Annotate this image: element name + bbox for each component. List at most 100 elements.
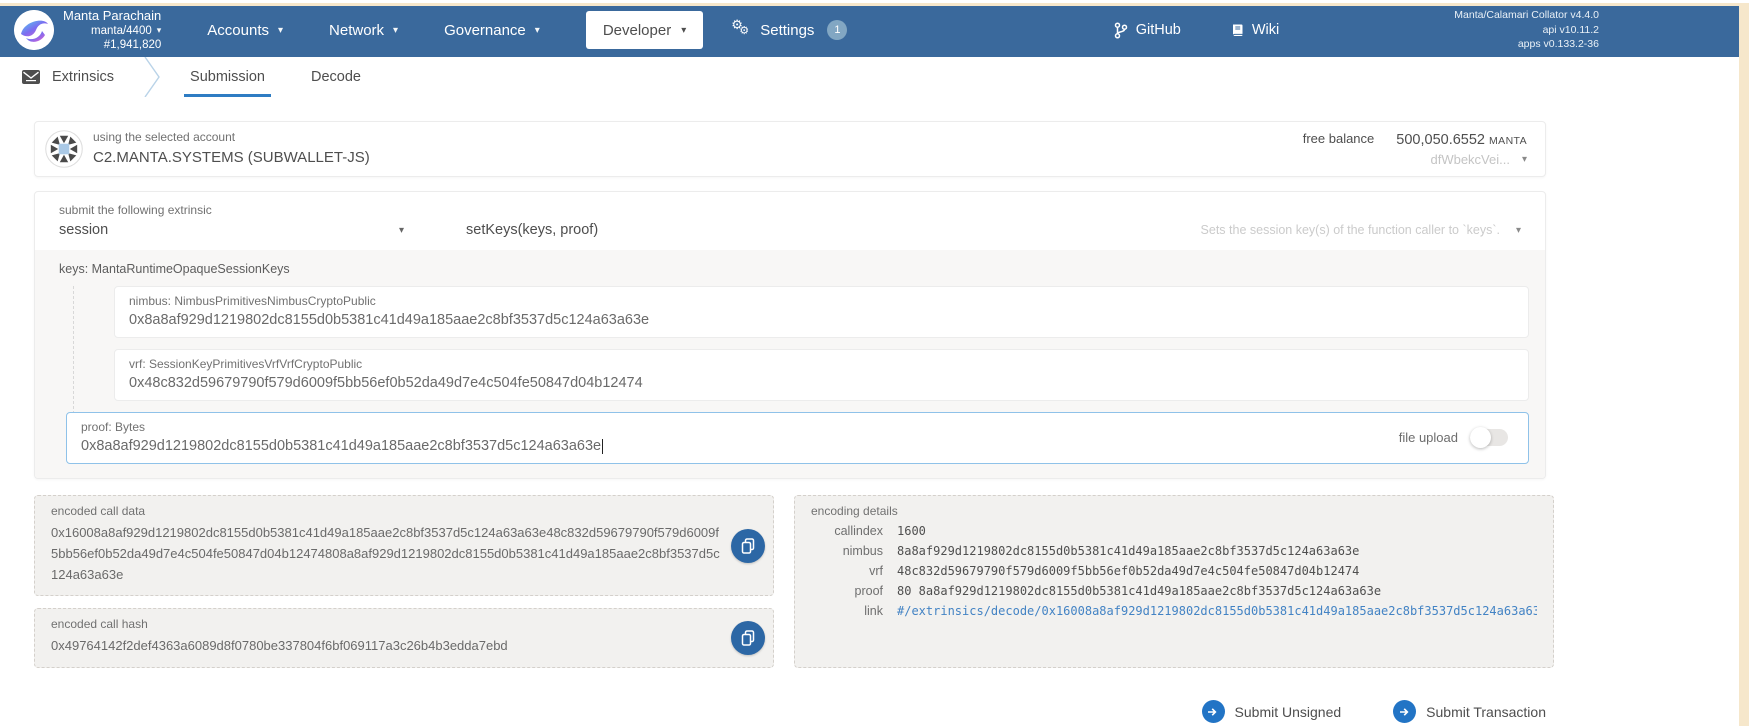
- account-name: C2.MANTA.SYSTEMS (SUBWALLET-JS): [93, 149, 370, 167]
- free-balance-unit: MANTA: [1489, 135, 1527, 148]
- vrf-value-input[interactable]: 0x48c832d59679790f579d6009f5bb56ef0b52da…: [129, 375, 1514, 391]
- account-label: using the selected account: [93, 130, 236, 145]
- encoding-detail-row: vrf 48c832d59679790f579d6009f5bb56ef0b52…: [811, 564, 1537, 578]
- encoding-detail-row: callindex 1600: [811, 524, 1537, 538]
- method-select[interactable]: setKeys(keys, proof): [466, 222, 598, 238]
- encoding-details-box: encoding details callindex 1600 nimbus 8…: [794, 495, 1554, 669]
- method-hint[interactable]: Sets the session key(s) of the function …: [1201, 223, 1521, 237]
- tab-decode[interactable]: Decode: [311, 57, 361, 97]
- chain-block-number: #1,941,820: [103, 39, 162, 52]
- encoded-call-data-box: encoded call data 0x16008a8af929d1219802…: [34, 495, 774, 597]
- keys-section: keys: MantaRuntimeOpaqueSessionKeys nimb…: [35, 250, 1545, 478]
- proof-value-input[interactable]: 0x8a8af929d1219802dc8155d0b5381c41d49a18…: [81, 438, 1399, 454]
- nav-accounts[interactable]: Accounts ▾: [207, 22, 283, 39]
- toggle-knob: [1470, 426, 1491, 448]
- manta-logo[interactable]: [14, 10, 54, 50]
- text-cursor: [602, 439, 604, 454]
- chevron-down-icon: ▾: [277, 24, 284, 36]
- browser-top-strip: [0, 3, 1749, 6]
- encoded-call-data-label: encoded call data: [51, 504, 146, 518]
- detail-value: 8a8af929d1219802dc8155d0b5381c41d49a185a…: [897, 544, 1360, 558]
- encoded-call-data-value: 0x16008a8af929d1219802dc8155d0b5381c41d4…: [51, 525, 720, 582]
- chevron-down-icon: ▾: [534, 24, 540, 36]
- encoded-call-hash-box: encoded call hash 0x49764142f2def4363a60…: [34, 608, 774, 669]
- api-version: api v10.11.2: [1542, 23, 1599, 36]
- copy-icon: [741, 630, 755, 647]
- vrf-label: vrf: SessionKeyPrimitivesVrfVrfCryptoPub…: [129, 357, 363, 371]
- keys-type-label: keys: MantaRuntimeOpaqueSessionKeys: [59, 262, 290, 276]
- app-header: Manta Parachain manta/4400 ▾ #1,941,820 …: [0, 3, 1749, 57]
- encoding-detail-row: proof 80 8a8af929d1219802dc8155d0b5381c4…: [811, 584, 1537, 598]
- chevron-down-icon: ▾: [1521, 154, 1527, 166]
- nav-developer[interactable]: Developer ▾: [585, 11, 704, 49]
- tab-bar: Extrinsics Submission Decode: [0, 57, 1749, 97]
- settings-badge: 1: [827, 20, 848, 40]
- detail-key: proof: [854, 584, 884, 598]
- extrinsic-label: submit the following extrinsic: [59, 203, 212, 217]
- chain-name: Manta Parachain: [63, 7, 162, 23]
- pallet-selected-value: session: [59, 222, 109, 238]
- nav-network[interactable]: Network ▾: [329, 22, 398, 39]
- encoding-details-rows: callindex 1600 nimbus 8a8af929d1219802dc…: [811, 524, 1537, 618]
- proof-param-box[interactable]: proof: Bytes 0x8a8af929d1219802dc8155d0b…: [66, 412, 1529, 464]
- sign-in-icon: [1393, 700, 1417, 724]
- copy-icon: [741, 537, 755, 554]
- gear-icon: ⚙ ⚙: [731, 18, 750, 37]
- nimbus-label: nimbus: NimbusPrimitivesNimbusCryptoPubl…: [129, 294, 376, 308]
- sign-in-icon: [1201, 700, 1225, 724]
- encoding-detail-row: link #/extrinsics/decode/0x16008a8af929d…: [811, 604, 1537, 618]
- detail-value: 48c832d59679790f579d6009f5bb56ef0b52da49…: [897, 564, 1360, 578]
- extrinsic-card: submit the following extrinsic session ▾…: [34, 191, 1546, 479]
- method-selected-value: setKeys(keys, proof): [466, 222, 599, 238]
- detail-key: vrf: [869, 564, 883, 578]
- chevron-down-icon: ▾: [1515, 224, 1521, 236]
- chevron-down-icon: ▾: [156, 25, 162, 36]
- git-branch-icon: [1114, 21, 1127, 39]
- detail-key: nimbus: [842, 544, 883, 558]
- pallet-select[interactable]: session ▾: [59, 222, 404, 238]
- submit-unsigned-button[interactable]: Submit Unsigned: [1201, 700, 1341, 724]
- book-icon: [1232, 24, 1243, 36]
- apps-version: apps v0.133.2-36: [1517, 38, 1599, 51]
- decode-link[interactable]: #/extrinsics/decode/0x16008a8af929d12198…: [897, 604, 1537, 618]
- envelope-icon: [22, 70, 40, 84]
- detail-value: 1600: [897, 524, 926, 538]
- scrollbar-track[interactable]: [1739, 3, 1749, 726]
- file-upload-label: file upload: [1398, 429, 1458, 445]
- account-identicon[interactable]: [45, 130, 83, 168]
- free-balance-value: 500,050.6552: [1396, 132, 1485, 149]
- chevron-down-icon: ▾: [393, 24, 399, 36]
- section-extrinsics: Extrinsics: [22, 69, 114, 85]
- encoded-call-hash-value: 0x49764142f2def4363a6089d8f0780be337804f…: [51, 638, 508, 654]
- copy-call-hash-button[interactable]: [731, 621, 765, 656]
- nav-settings[interactable]: ⚙ ⚙ Settings 1: [731, 18, 848, 40]
- nav-governance[interactable]: Governance ▾: [444, 22, 540, 39]
- version-info: Manta/Calamari Collator v4.4.0 api v10.1…: [1454, 8, 1599, 52]
- tab-submission[interactable]: Submission: [184, 57, 271, 97]
- chain-selector[interactable]: Manta Parachain manta/4400 ▾ #1,941,820: [63, 8, 161, 53]
- vrf-param-box[interactable]: vrf: SessionKeyPrimitivesVrfVrfCryptoPub…: [114, 349, 1529, 401]
- account-address-select[interactable]: dfWbekcVei... ▾: [1396, 151, 1527, 170]
- encoding-detail-row: nimbus 8a8af929d1219802dc8155d0b5381c41d…: [811, 544, 1537, 558]
- nimbus-value-input[interactable]: 0x8a8af929d1219802dc8155d0b5381c41d49a18…: [129, 312, 1514, 328]
- copy-call-data-button[interactable]: [731, 528, 765, 563]
- chevron-divider: [144, 57, 160, 97]
- free-balance-label: free balance: [1302, 131, 1375, 147]
- nimbus-param-box[interactable]: nimbus: NimbusPrimitivesNimbusCryptoPubl…: [114, 286, 1529, 338]
- detail-key: callindex: [834, 524, 883, 538]
- nested-params: nimbus: NimbusPrimitivesNimbusCryptoPubl…: [66, 286, 1529, 464]
- encoded-call-hash-label: encoded call hash: [51, 617, 148, 632]
- manta-logo-icon: [14, 10, 54, 50]
- wiki-link[interactable]: Wiki: [1231, 22, 1279, 38]
- account-card: using the selected account C2.MANTA.SYST…: [34, 121, 1546, 177]
- proof-label: proof: Bytes: [81, 420, 146, 434]
- submit-transaction-button[interactable]: Submit Transaction: [1393, 700, 1546, 724]
- main-content: using the selected account C2.MANTA.SYST…: [0, 97, 1749, 724]
- account-address-truncated: dfWbekcVei...: [1430, 152, 1510, 168]
- chevron-down-icon: ▾: [398, 224, 404, 236]
- file-upload-toggle[interactable]: [1470, 426, 1508, 448]
- detail-value: 80 8a8af929d1219802dc8155d0b5381c41d49a1…: [897, 584, 1382, 598]
- chevron-down-icon: ▾: [681, 24, 687, 36]
- github-link[interactable]: GitHub: [1114, 21, 1181, 39]
- encoding-details-label: encoding details: [811, 504, 898, 518]
